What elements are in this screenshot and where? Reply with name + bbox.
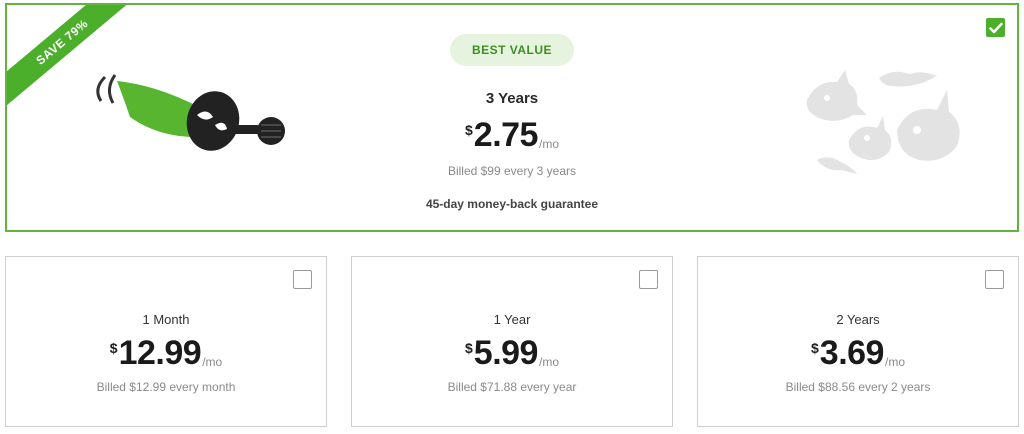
billing-note-text: Billed $71.88 every year — [447, 380, 577, 394]
plan-term-label: 2 Years — [836, 312, 880, 327]
plan-select-checkbox[interactable] — [293, 270, 312, 289]
currency-symbol: $ — [465, 122, 473, 138]
billing-note-text: Billed $88.56 every 2 years — [785, 380, 931, 394]
billing-note: Billed $71.88 every year — [352, 378, 672, 396]
price-period: /mo — [538, 355, 559, 369]
billing-note: Billed $12.99 every month — [6, 378, 326, 396]
price-amount: 12.99 — [118, 334, 202, 372]
plan-term-label: 3 Years — [485, 90, 539, 107]
billing-note-text: Billed $99 every 3 years — [447, 164, 577, 178]
plan-card-1-month[interactable]: 1 Month $ 12.99 /mo Billed $12.99 every … — [5, 256, 327, 427]
price-amount: 3.69 — [819, 334, 885, 372]
plan-term-label: 1 Month — [142, 312, 190, 327]
plan-select-checkbox[interactable] — [985, 270, 1004, 289]
guarantee-note: 45-day money-back guarantee — [7, 195, 1017, 213]
plan-price: $ 12.99 /mo — [6, 334, 326, 372]
price-amount: 5.99 — [473, 334, 539, 372]
plan-select-checkbox[interactable] — [639, 270, 658, 289]
checkmark-icon — [988, 22, 1003, 33]
best-value-badge: BEST VALUE — [450, 34, 574, 66]
plan-price: $ 5.99 /mo — [352, 334, 672, 372]
monsters-illustration — [806, 70, 960, 174]
plan-card-2-years[interactable]: 2 Years $ 3.69 /mo Billed $88.56 every 2… — [697, 256, 1019, 427]
currency-symbol: $ — [811, 340, 819, 356]
plan-term: 1 Year — [352, 311, 672, 329]
billing-note-text: Billed $12.99 every month — [96, 380, 236, 394]
plan-price: $ 3.69 /mo — [698, 334, 1018, 372]
price-period: /mo — [884, 355, 905, 369]
plan-term: 2 Years — [698, 311, 1018, 329]
price-period: /mo — [538, 137, 559, 151]
price-amount: 2.75 — [473, 116, 539, 154]
plan-select-checkbox[interactable] — [986, 18, 1005, 37]
plan-card-1-year[interactable]: 1 Year $ 5.99 /mo Billed $71.88 every ye… — [351, 256, 673, 427]
plan-card-3-years[interactable]: SAVE 79% BEST VALUE 3 Years $ 2.75 /mo B… — [5, 3, 1019, 232]
plan-term-label: 1 Year — [493, 312, 531, 327]
guarantee-text: 45-day money-back guarantee — [425, 197, 599, 211]
price-period: /mo — [202, 355, 223, 369]
billing-note: Billed $88.56 every 2 years — [698, 378, 1018, 396]
currency-symbol: $ — [465, 340, 473, 356]
plan-term: 1 Month — [6, 311, 326, 329]
currency-symbol: $ — [109, 340, 118, 356]
